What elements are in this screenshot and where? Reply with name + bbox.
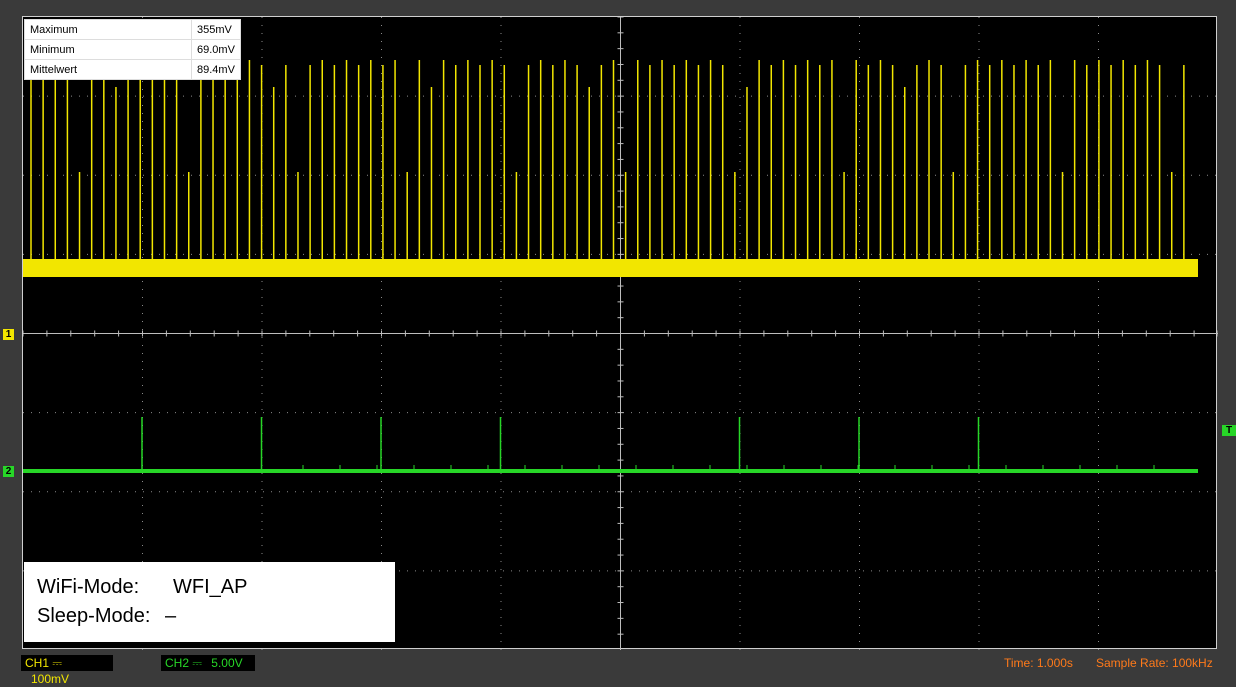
dc-coupling-icon: ⎓ [52,656,62,670]
ch2-scale: 5.00V [211,656,243,670]
sleep-mode-value: – [165,605,177,627]
ch2-label: CH2 [165,656,190,670]
status-bar: CH1 ⎓ 100mV CH2 ⎓ 5.00V Time: 1.000s Sam… [0,652,1236,686]
sleep-mode-row: Sleep-Mode: – [37,605,176,628]
measurement-table: Maximum 355mV Minimum 69.0mV Mittelwert … [24,19,241,80]
measurement-row: Minimum 69.0mV [24,39,241,60]
wifi-mode-value: WFI_AP [173,576,248,598]
measurement-label: Minimum [24,39,192,60]
trigger-level-marker[interactable]: T [1222,425,1236,436]
ch2-scale-indicator[interactable]: CH2 ⎓ 5.00V [161,655,255,671]
ch1-scale: 100mV [31,672,70,686]
measurement-row: Maximum 355mV [24,19,241,40]
dc-coupling-icon: ⎓ [192,656,202,670]
measurement-value: 355mV [191,19,241,40]
ch2-level-marker[interactable]: 2 [3,466,14,477]
measurement-value: 89.4mV [191,59,241,80]
scope-screen [22,16,1218,650]
measurement-value: 69.0mV [191,39,241,60]
sleep-mode-label: Sleep-Mode: [37,605,151,627]
wifi-mode-row: WiFi-Mode: WFI_AP [37,576,247,599]
ch1-label: CH1 [25,656,50,670]
sample-rate-readout: Sample Rate: 100kHz [1096,656,1213,670]
timebase-readout: Time: 1.000s [1004,656,1073,670]
wifi-mode-label: WiFi-Mode: [37,576,140,598]
waveform-display [23,17,1218,650]
ch1-scale-indicator[interactable]: CH1 ⎓ 100mV [21,655,113,686]
ch1-trace-band [23,259,1198,277]
ch2-trace [23,469,1198,473]
measurement-label: Mittelwert [24,59,192,80]
measurement-label: Maximum [24,19,192,40]
ch1-level-marker[interactable]: 1 [3,329,14,340]
measurement-row: Mittelwert 89.4mV [24,59,241,80]
info-box: WiFi-Mode: WFI_AP Sleep-Mode: – [24,562,395,642]
